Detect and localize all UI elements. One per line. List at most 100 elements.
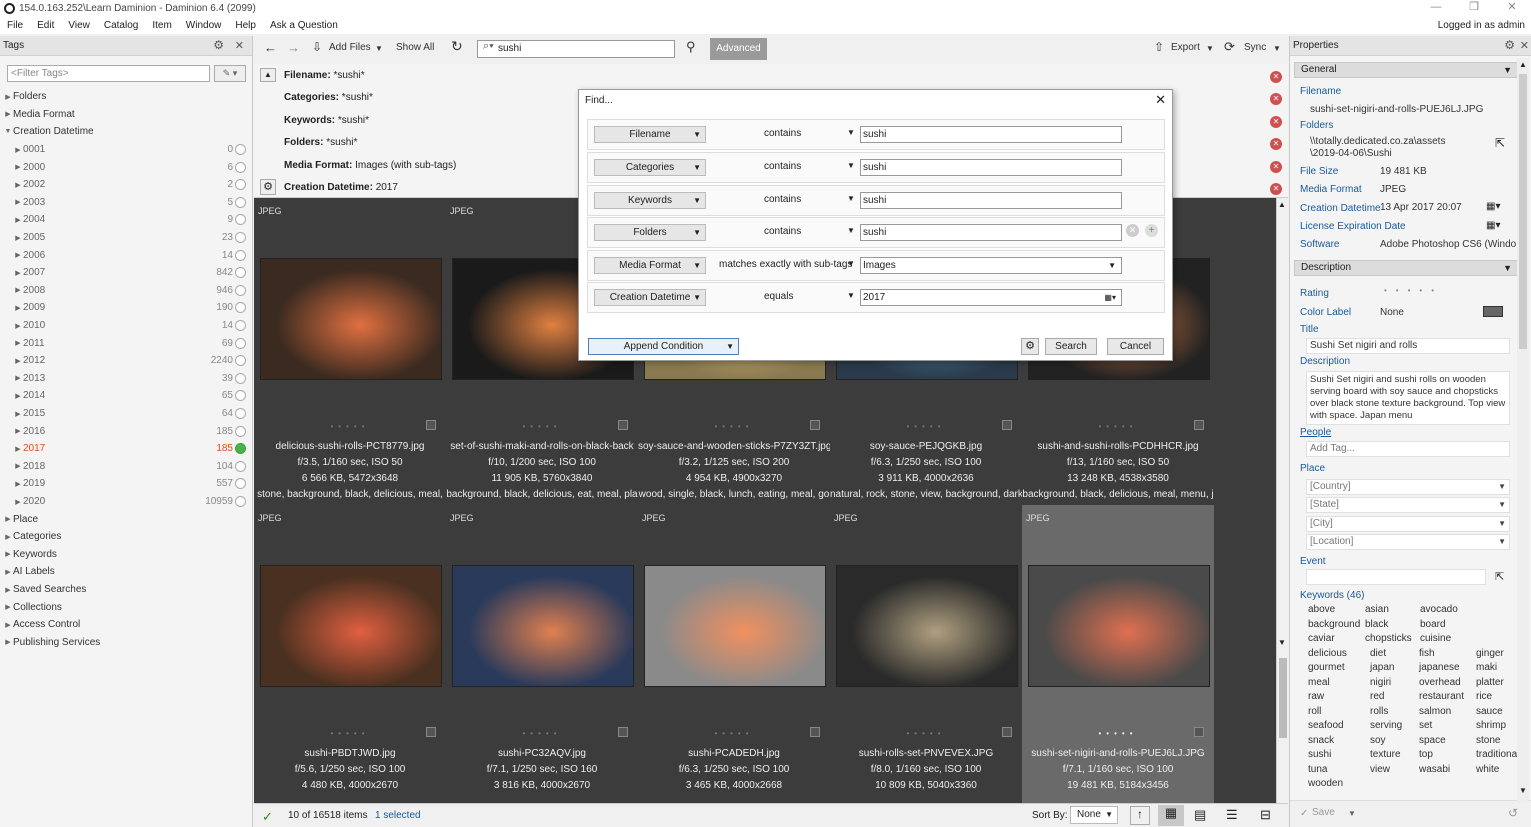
search-go-icon[interactable]: ⚲ xyxy=(686,39,696,55)
tree-year-item[interactable]: ▶ 2005 23 xyxy=(0,229,252,247)
add-files-icon[interactable]: ⇩ xyxy=(312,40,322,54)
tree-item[interactable]: ▶ Saved Searches xyxy=(0,581,252,599)
country-field[interactable]: [Country] ▼ xyxy=(1306,479,1510,495)
tag-toggle-icon[interactable] xyxy=(235,161,246,173)
tree-year-item[interactable]: ▶ 0001 0 xyxy=(0,141,252,159)
expand-arrow-icon[interactable]: ▶ xyxy=(3,621,13,629)
rating-dots[interactable]: ••••• xyxy=(830,422,1022,431)
keyword-tag[interactable]: asian xyxy=(1365,604,1389,615)
keyword-tag[interactable]: above xyxy=(1308,604,1335,615)
condition-value-input[interactable]: 2017 ▦▾ xyxy=(860,289,1122,306)
condition-value-input[interactable]: sushi xyxy=(860,224,1122,241)
thumbnail-cell[interactable]: JPEG ••••• sushi-PBDTJWD.jpg f/5.6, 1/250 s… xyxy=(254,505,446,803)
close-icon[interactable]: ✕ xyxy=(1520,39,1529,52)
keyword-tag[interactable]: roll xyxy=(1308,706,1321,717)
tree-item[interactable]: ▶ Folders xyxy=(0,88,252,106)
expand-arrow-icon[interactable]: ▶ xyxy=(13,163,23,171)
select-checkbox[interactable] xyxy=(426,727,436,737)
menu-edit[interactable]: Edit xyxy=(30,20,61,31)
advanced-button[interactable]: Advanced xyxy=(710,38,767,60)
chevron-down-icon[interactable]: ▼ xyxy=(847,226,855,235)
calendar-icon[interactable]: ▦▾ xyxy=(1486,201,1500,212)
tree-year-item[interactable]: ▶ 2016 185 xyxy=(0,422,252,440)
rating-dots[interactable]: ••••• xyxy=(446,422,638,431)
expand-arrow-icon[interactable]: ▶ xyxy=(13,322,23,330)
maximize-button[interactable]: ❐ xyxy=(1455,0,1493,17)
close-icon[interactable]: ✕ xyxy=(1155,92,1166,108)
filter-options-button[interactable]: ✎ ▾ xyxy=(214,65,246,82)
scrollbar-thumb[interactable] xyxy=(1519,74,1527,349)
thumbnail-image[interactable] xyxy=(1028,565,1210,687)
tree-year-item[interactable]: ▶ 2019 557 xyxy=(0,475,252,493)
people-label[interactable]: People xyxy=(1300,427,1331,438)
keyword-tag[interactable]: delicious xyxy=(1308,648,1347,659)
select-checkbox[interactable] xyxy=(1194,420,1204,430)
thumbnail-cell[interactable]: JPEG ••••• delicious-sushi-rolls-PCT8779.j… xyxy=(254,198,446,505)
tag-toggle-icon[interactable] xyxy=(235,355,246,367)
grid-scrollbar[interactable]: ▲ ▼ xyxy=(1276,198,1288,803)
tag-toggle-icon[interactable] xyxy=(235,179,246,191)
keyword-tag[interactable]: rice xyxy=(1476,691,1492,702)
keyword-tag[interactable]: tuna xyxy=(1308,764,1327,775)
tree-year-item[interactable]: ▶ 2012 2240 xyxy=(0,352,252,370)
chevron-down-icon[interactable]: ▼ xyxy=(847,161,855,170)
tree-year-item[interactable]: ▶ 2017 185 xyxy=(0,440,252,458)
expand-arrow-icon[interactable]: ▶ xyxy=(13,181,23,189)
rating-stars[interactable]: ••••• xyxy=(1384,286,1443,295)
condition-field-select[interactable]: Keywords ▼ xyxy=(594,192,706,209)
keyword-tag[interactable]: wooden xyxy=(1308,778,1343,789)
expand-arrow-icon[interactable]: ▶ xyxy=(3,568,13,576)
select-checkbox[interactable] xyxy=(1002,420,1012,430)
keyword-tag[interactable]: seafood xyxy=(1308,720,1344,731)
tag-toggle-icon[interactable] xyxy=(235,284,246,296)
rating-dots[interactable]: ••••• xyxy=(254,422,446,431)
keyword-tag[interactable]: white xyxy=(1476,764,1499,775)
expand-arrow-icon[interactable]: ▶ xyxy=(13,498,23,506)
tag-toggle-icon[interactable] xyxy=(235,390,246,402)
chevron-down-icon[interactable]: ▼ xyxy=(847,194,855,203)
tree-item[interactable]: ▶ AI Labels xyxy=(0,563,252,581)
rating-dots[interactable]: ••••• xyxy=(1022,729,1214,738)
tag-toggle-icon[interactable] xyxy=(235,196,246,208)
tree-item[interactable]: ▶ Place xyxy=(0,510,252,528)
tag-toggle-icon[interactable] xyxy=(235,249,246,261)
criteria-gear-icon[interactable]: ⚙ xyxy=(260,179,276,195)
condition-operator[interactable]: matches exactly with sub-tags xyxy=(719,259,852,270)
keyword-tag[interactable]: soy xyxy=(1370,735,1386,746)
grid-view-icon[interactable]: ▦ xyxy=(1158,805,1184,826)
tag-toggle-icon[interactable] xyxy=(235,267,246,279)
chevron-down-icon[interactable]: ▼ xyxy=(1348,809,1356,818)
tag-toggle-icon[interactable] xyxy=(235,144,246,156)
list-view-icon[interactable]: ☰ xyxy=(1226,807,1238,823)
tree-year-item[interactable]: ▶ 2007 842 xyxy=(0,264,252,282)
expand-arrow-icon[interactable]: ▶ xyxy=(3,110,13,118)
rating-dots[interactable]: ••••• xyxy=(830,729,1022,738)
scroll-up-icon[interactable]: ▲ xyxy=(1519,60,1527,69)
tag-toggle-icon[interactable] xyxy=(235,460,246,472)
select-checkbox[interactable] xyxy=(618,420,628,430)
thumbnail-image[interactable] xyxy=(260,258,442,380)
expand-arrow-icon[interactable]: ▶ xyxy=(13,462,23,470)
chevron-down-icon[interactable]: ▼ xyxy=(847,291,855,300)
color-swatch[interactable] xyxy=(1483,306,1503,317)
keyword-tag[interactable]: nigiri xyxy=(1370,677,1391,688)
scroll-up-icon[interactable]: ▲ xyxy=(1278,200,1286,209)
checkmark-icon[interactable]: ✓ xyxy=(262,809,273,825)
tree-year-item[interactable]: ▶ 2000 6 xyxy=(0,158,252,176)
menu-window[interactable]: Window xyxy=(179,20,229,31)
tree-year-item[interactable]: ▶ 2020 10959 xyxy=(0,493,252,511)
condition-operator[interactable]: contains xyxy=(764,161,801,172)
undo-icon[interactable]: ↺ xyxy=(1508,806,1518,820)
expand-arrow-icon[interactable]: ▶ xyxy=(13,269,23,277)
remove-criteria-icon[interactable]: ✕ xyxy=(1270,93,1282,106)
details-view-icon[interactable]: ⊟ xyxy=(1260,807,1271,823)
keyword-tag[interactable]: gourmet xyxy=(1308,662,1345,673)
rating-dots[interactable]: ••••• xyxy=(254,729,446,738)
menu-catalog[interactable]: Catalog xyxy=(97,20,145,31)
expand-arrow-icon[interactable]: ▶ xyxy=(13,198,23,206)
close-icon[interactable]: ✕ xyxy=(235,39,244,52)
keyword-tag[interactable]: black xyxy=(1365,619,1388,630)
scroll-down-icon[interactable]: ▼ xyxy=(1519,786,1527,795)
menu-help[interactable]: Help xyxy=(228,20,263,31)
city-field[interactable]: [City] ▼ xyxy=(1306,516,1510,532)
